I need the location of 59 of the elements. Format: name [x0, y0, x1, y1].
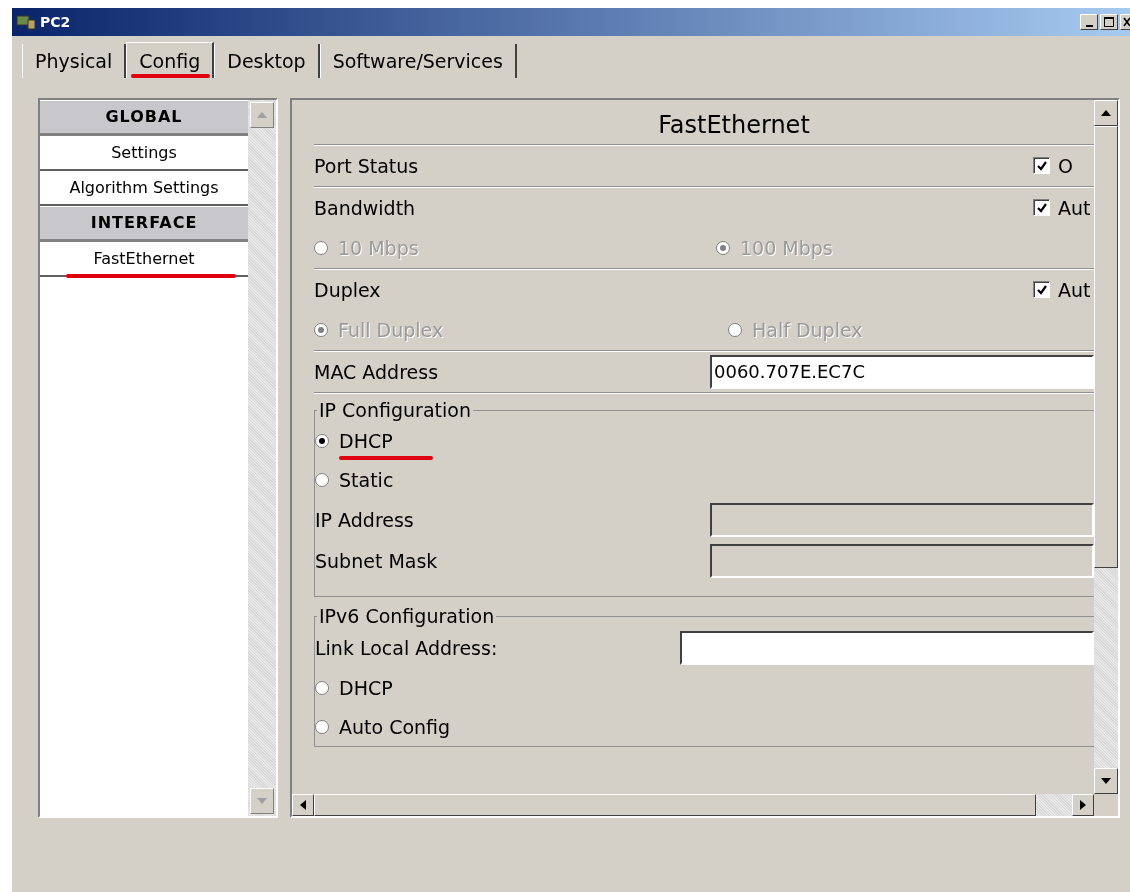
scroll-left-button[interactable] — [292, 794, 314, 816]
checkbox-label: O — [1058, 154, 1074, 177]
close-button[interactable] — [1120, 14, 1130, 30]
radio-label: Static — [339, 468, 394, 493]
minimize-icon — [1085, 25, 1093, 27]
caret-down-icon — [257, 798, 267, 804]
scroll-down-button[interactable] — [1094, 768, 1118, 794]
tab[interactable]: Physical — [22, 44, 127, 78]
scrollbar-corner — [1094, 794, 1118, 816]
group-legend: IPv6 Configuration — [317, 605, 497, 627]
radio-button[interactable] — [315, 472, 329, 487]
scrollbar[interactable] — [1094, 100, 1118, 794]
computer-icon — [16, 14, 36, 30]
group-legend: IP Configuration — [317, 399, 473, 421]
scroll-right-button[interactable] — [1072, 794, 1094, 816]
tab[interactable]: Desktop — [214, 44, 320, 78]
sidebar-header: INTERFACE — [40, 206, 248, 242]
radio-label: DHCP — [339, 429, 393, 460]
scroll-up-button[interactable] — [1094, 100, 1118, 126]
radio-label: Half Duplex — [752, 319, 863, 341]
checkbox[interactable] — [1033, 281, 1050, 298]
panel-heading: FastEthernet — [314, 106, 1094, 145]
maximize-icon — [1103, 16, 1115, 28]
caret-right-icon — [1080, 800, 1086, 810]
field-label: Link Local Address: — [315, 636, 498, 659]
field-label: MAC Address — [314, 360, 439, 383]
field-label: Bandwidth — [314, 196, 416, 219]
caret-up-icon — [1101, 110, 1111, 116]
radio-label: 10 Mbps — [338, 237, 419, 259]
input-field[interactable] — [710, 502, 1094, 537]
radio-button[interactable] — [315, 680, 329, 695]
radio-label: 100 Mbps — [740, 237, 833, 259]
field-label: Subnet Mask — [315, 549, 438, 572]
checkbox-label: Aut — [1058, 278, 1092, 301]
sidebar-header: GLOBAL — [40, 100, 248, 136]
caret-down-icon — [1101, 778, 1111, 784]
field-label: Duplex — [314, 278, 381, 301]
radio-label: DHCP — [339, 676, 393, 701]
checkbox[interactable] — [1033, 199, 1050, 216]
scroll-thumb[interactable] — [1094, 126, 1118, 568]
tab[interactable]: Config — [126, 42, 215, 78]
field-label: IP Address — [315, 508, 414, 531]
caret-left-icon — [300, 800, 306, 810]
window-title: PC2 — [40, 14, 71, 30]
close-icon — [1121, 16, 1130, 28]
tab[interactable]: Software/Services — [319, 44, 517, 78]
field-label: Port Status — [314, 154, 419, 177]
radio-button[interactable] — [315, 433, 329, 448]
caret-up-icon — [257, 112, 267, 118]
mac-address-field[interactable]: 0060.707E.EC7C — [710, 354, 1094, 389]
checkbox-label: Aut — [1058, 196, 1092, 219]
input-field[interactable] — [710, 543, 1094, 578]
checkbox[interactable] — [1033, 157, 1050, 174]
radio-label: Auto Config — [339, 715, 451, 740]
maximize-button[interactable] — [1100, 14, 1118, 30]
radio-button[interactable] — [315, 719, 329, 734]
radio-label: Full Duplex — [338, 319, 444, 341]
minimize-button[interactable] — [1080, 14, 1098, 30]
input-field[interactable] — [680, 630, 1094, 665]
